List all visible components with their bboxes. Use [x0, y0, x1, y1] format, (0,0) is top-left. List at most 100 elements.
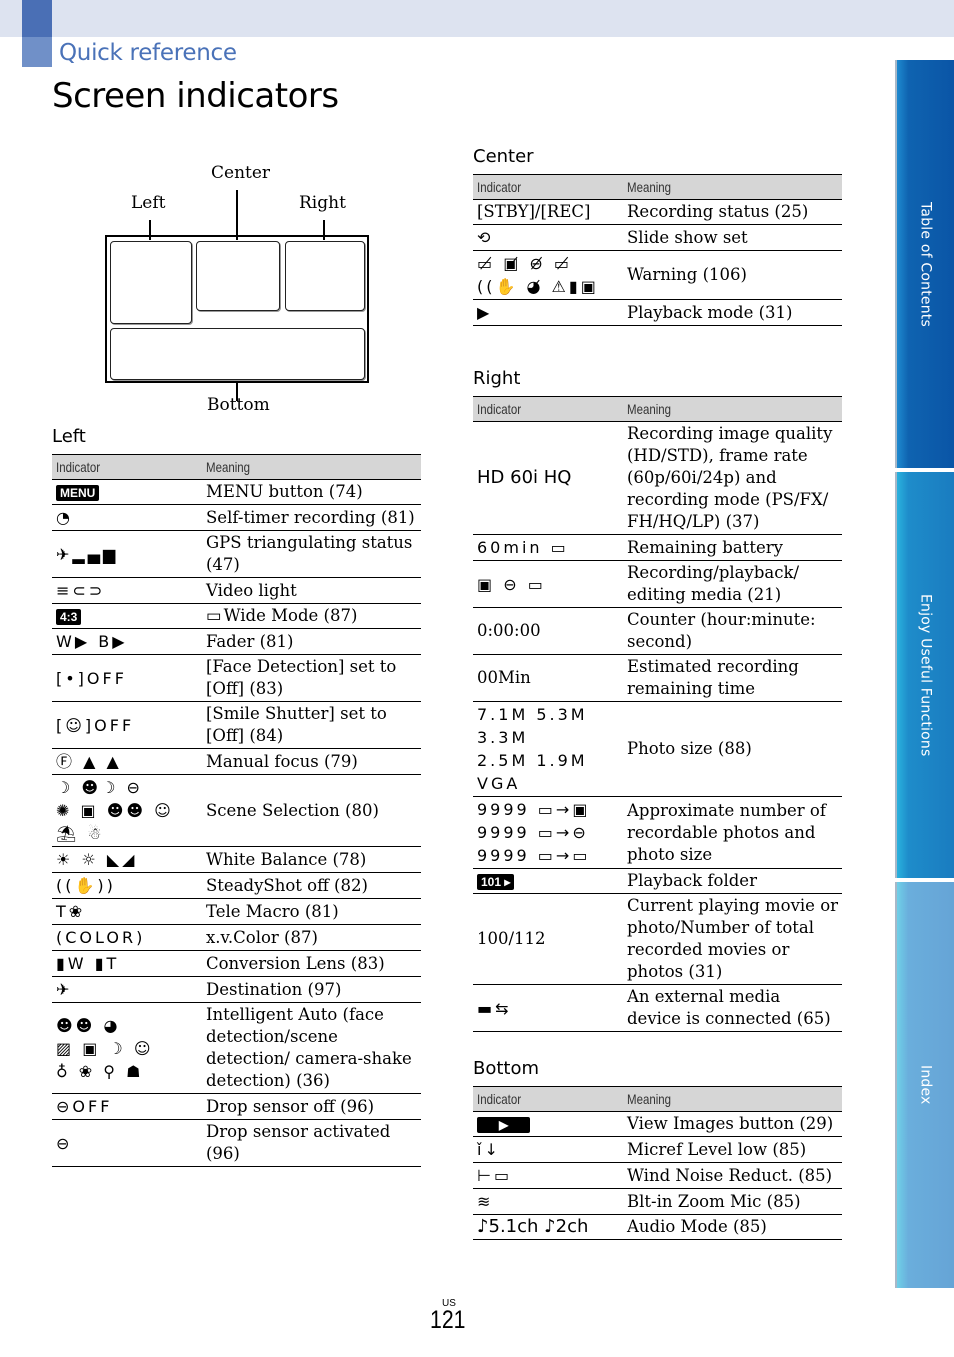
meaning-cell: ▭ Wide Mode (87) — [202, 603, 421, 629]
indicator-cell: ☽ ☻☽ ⊖ ✺ ▣ ☻☻ ☺ ⛱ ☃ — [52, 774, 202, 847]
meaning-cell: Remaining battery — [623, 534, 842, 561]
meaning-text: Playback mode (31) — [627, 302, 793, 322]
indicator-cell: ▶ — [473, 1111, 623, 1137]
meaning-cell: Destination (97) — [202, 976, 421, 1003]
meaning-text: Warning (106) — [627, 265, 747, 284]
meaning-text: Wind Noise Reduct. (85) — [627, 1165, 833, 1185]
film-icon: ▭ — [206, 606, 222, 625]
indicator-cell: ⊖ — [52, 1119, 202, 1167]
slide-show-icon: ⟲ — [477, 228, 494, 247]
table-row: ≡⊂⊃ Video light — [52, 577, 421, 604]
indicator-cell: 9999 ▭→▣ 9999 ▭→⊖ 9999 ▭→▭ — [473, 796, 623, 869]
table-row: ♪5.1ch ♪2ch Audio Mode (85) — [473, 1214, 842, 1240]
meaning-cell: Fader (81) — [202, 628, 421, 655]
playback-mode-icon: ▶ — [477, 303, 493, 322]
indicator-cell: ⊖OFF — [52, 1093, 202, 1120]
meaning-text: Slide show set — [627, 227, 748, 247]
drop-sensor-activated-icon: ⊖ — [56, 1133, 73, 1153]
header-band — [0, 0, 954, 37]
diagram-label-bottom: Bottom — [207, 395, 270, 415]
tab-enjoy-useful-functions[interactable]: Enjoy Useful Functions — [895, 472, 954, 878]
tab-table-of-contents[interactable]: Table of Contents — [895, 60, 954, 468]
meaning-cell: Intelligent Auto (face detection/scene d… — [202, 1002, 421, 1094]
table-row: ◔ Self-timer recording (81) — [52, 504, 421, 531]
indicator-cell: ▶ — [473, 299, 623, 326]
meaning-text: Video light — [206, 580, 297, 600]
diagram-screen-frame — [105, 235, 369, 383]
table-row: Ⓕ ▲ ▲ Manual focus (79) — [52, 748, 421, 775]
table-row: ▮W ▮T Conversion Lens (83) — [52, 950, 421, 977]
meaning-text: Manual focus (79) — [206, 751, 358, 771]
indicator-cell: W▶ B▶ — [52, 628, 202, 655]
meaning-text: Recording image quality (HD/STD), frame … — [627, 424, 833, 531]
warning-icon: ▭̸ ▣̸ ⊖̸ ▭̸ ((✋ ◕̸ ⚠▮▣ — [477, 254, 599, 296]
image-quality-icon: HD 60i HQ — [477, 467, 572, 488]
xvcolor-icon: (COLOR) — [56, 928, 146, 947]
meaning-cell: White Balance (78) — [202, 846, 421, 873]
table-row: 100/112 Current playing movie or photo/Nu… — [473, 893, 842, 985]
tab-index[interactable]: Index — [895, 882, 954, 1288]
meaning-text: Estimated recording remaining time — [627, 657, 799, 698]
meaning-text: Recording/playback/ editing media (21) — [627, 563, 800, 604]
table-row: ▶ View Images button (29) — [473, 1111, 842, 1137]
video-light-icon: ≡⊂⊃ — [56, 581, 106, 600]
tab-label: Table of Contents — [917, 201, 934, 327]
indicator-cell: ♪5.1ch ♪2ch — [473, 1214, 623, 1240]
meaning-cell: SteadyShot off (82) — [202, 872, 421, 899]
indicator-cell: ☀ ☼ ◣◢ — [52, 846, 202, 873]
indicator-cell: ✈▂▄▆ — [52, 530, 202, 578]
white-balance-icon: ☀ ☼ ◣◢ — [56, 850, 138, 869]
indicator-text: 0:00:00 — [477, 621, 541, 640]
meaning-text: Wide Mode (87) — [223, 606, 358, 625]
diagram-region-center — [196, 241, 280, 311]
wide-mode-icon: 4:3 — [56, 609, 82, 625]
right-indicator-table: Indicator Meaning HD 60i HQ Recording ima… — [473, 396, 842, 1032]
self-timer-icon: ◔ — [56, 508, 73, 527]
meaning-cell: Recording image quality (HD/STD), frame … — [623, 421, 842, 535]
indicator-cell: ǐ↓ — [473, 1136, 623, 1163]
indicator-cell: ✈ — [52, 976, 202, 1003]
table-row: [☺]OFF [Smile Shutter] set to [Off] (84) — [52, 701, 421, 749]
meaning-text: An external media device is connected (6… — [627, 987, 831, 1028]
table-row: ǐ↓ Micref Level low (85) — [473, 1136, 842, 1163]
meaning-cell: Playback mode (31) — [623, 299, 842, 326]
meaning-text: Fader (81) — [206, 631, 294, 651]
meaning-cell: Wind Noise Reduct. (85) — [623, 1162, 842, 1189]
tab-label: Index — [917, 1065, 934, 1105]
column-indicator: Indicator — [473, 396, 623, 422]
indicator-cell: ▣ ⊖ ▭ — [473, 560, 623, 608]
column-indicator: Indicator — [473, 1086, 623, 1112]
meaning-text: Playback folder — [627, 871, 757, 890]
indicator-cell: 100/112 — [473, 893, 623, 985]
page-number: 121 — [430, 1306, 466, 1334]
table-header: Indicator Meaning — [473, 174, 842, 200]
battery-icon: 60min ▭ — [477, 538, 569, 557]
zoom-mic-icon: ≋ — [477, 1192, 494, 1211]
indicator-cell: ⊢▭ — [473, 1162, 623, 1189]
indicator-text: 00Min — [477, 668, 531, 687]
table-row: 4:3 ▭ Wide Mode (87) — [52, 603, 421, 629]
meaning-cell: Recording status (25) — [623, 199, 842, 225]
table-row: ✈▂▄▆ GPS triangulating status (47) — [52, 530, 421, 578]
indicator-cell: 60min ▭ — [473, 534, 623, 561]
tab-label: Enjoy Useful Functions — [917, 593, 934, 757]
indicator-cell: 0:00:00 — [473, 607, 623, 655]
scene-selection-icon: ☽ ☻☽ ⊖ ✺ ▣ ☻☻ ☺ ⛱ ☃ — [56, 778, 174, 843]
meaning-cell: View Images button (29) — [623, 1111, 842, 1137]
indicator-text: 100/112 — [477, 929, 546, 948]
meaning-cell: Playback folder — [623, 868, 842, 894]
smile-shutter-off-icon: [☺]OFF — [56, 715, 135, 735]
column-meaning: Meaning — [623, 396, 842, 422]
meaning-text: Drop sensor activated (96) — [206, 1122, 391, 1163]
meaning-cell: Warning (106) — [623, 250, 842, 300]
table-row: ≋ Blt-in Zoom Mic (85) — [473, 1188, 842, 1215]
meaning-text: Conversion Lens (83) — [206, 953, 385, 973]
table-row: ⊖ Drop sensor activated (96) — [52, 1119, 421, 1167]
conversion-lens-icon: ▮W ▮T — [56, 954, 120, 973]
meaning-cell: Self-timer recording (81) — [202, 504, 421, 531]
bottom-indicator-table: Indicator Meaning ▶ View Images button (2… — [473, 1086, 842, 1240]
external-media-icon: ▬⇆ — [477, 998, 512, 1018]
intelligent-auto-icon: ☻☻ ◕ ▨ ▣ ☽ ☺ ♁ ❀ ⚲ ☗ — [56, 1015, 154, 1081]
indicator-cell: (COLOR) — [52, 924, 202, 951]
table-row: (COLOR) x.v.Color (87) — [52, 924, 421, 951]
